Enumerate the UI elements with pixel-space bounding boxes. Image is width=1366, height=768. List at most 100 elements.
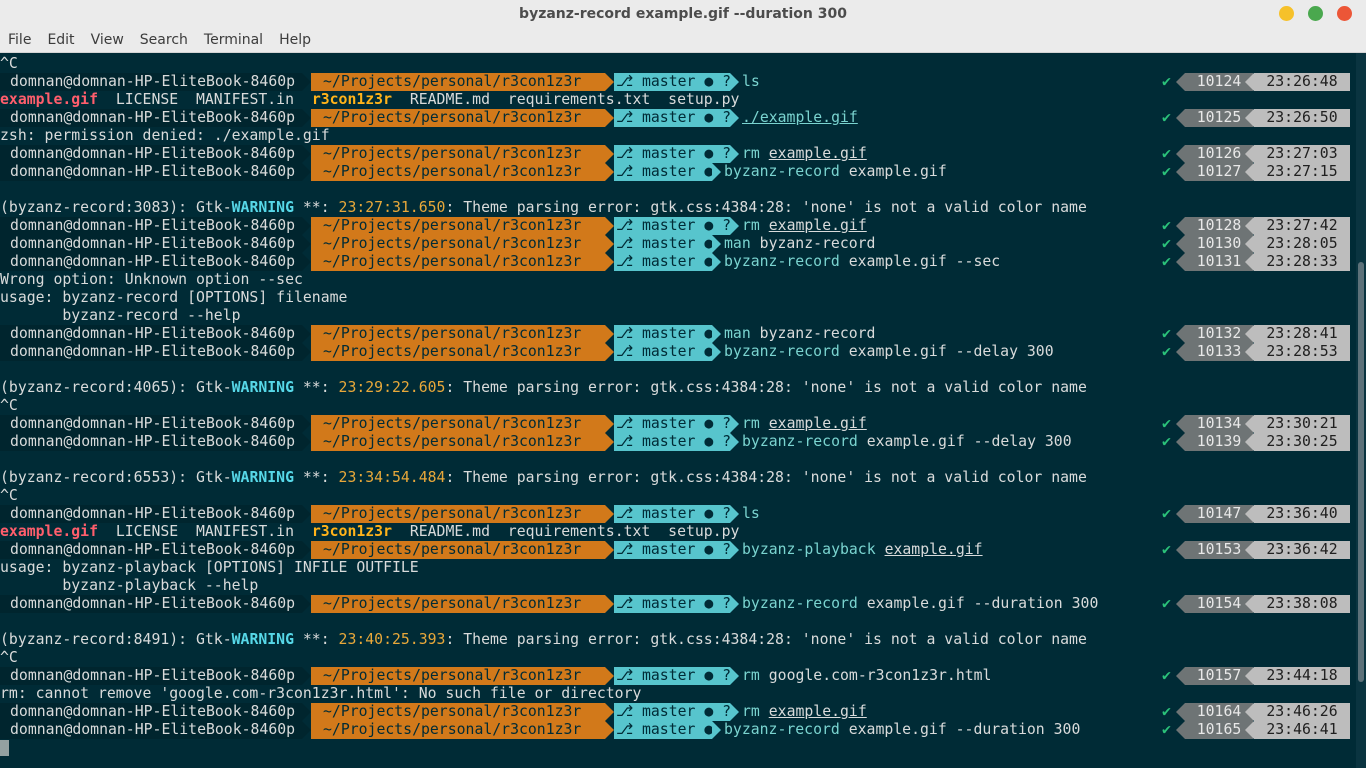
menu-file[interactable]: File (8, 32, 31, 48)
output-text: Wrong option: Unknown option --sec (0, 271, 303, 288)
terminal-output[interactable]: ^C domnan@domnan-HP-EliteBook-8460p ~/Proj… (0, 53, 1355, 768)
prompt-separator-icon (605, 595, 614, 613)
prompt-git-branch: ⎇ master ● ? (614, 217, 731, 235)
branch-name: master (641, 235, 696, 252)
branch-name: master (641, 667, 696, 684)
prompt-separator-icon (302, 667, 311, 685)
prompt-path: ~/Projects/personal/r3con1z3r (311, 325, 605, 343)
prompt-separator-icon (1245, 343, 1254, 361)
output-text: ^C (0, 397, 18, 414)
scrollbar-thumb[interactable] (1358, 262, 1364, 682)
prompt-separator-icon (730, 703, 739, 721)
prompt-line: domnan@domnan-HP-EliteBook-8460p ~/Projec… (0, 433, 1355, 451)
command-time: 23:28:53 (1254, 343, 1350, 361)
output-text: : Theme parsing error: gtk.css:4384:28: … (445, 469, 1087, 486)
status-ok-icon: ✔ (1162, 325, 1171, 342)
prompt-separator-icon (1245, 667, 1254, 685)
history-number: 10147 (1185, 505, 1253, 523)
command-args: example.gif (768, 703, 867, 720)
output-text: example.gif (0, 91, 98, 108)
prompt-separator-icon (1245, 325, 1254, 343)
menu-search[interactable]: Search (140, 32, 188, 48)
maximize-button[interactable] (1308, 6, 1323, 21)
prompt-path: ~/Projects/personal/r3con1z3r (311, 343, 605, 361)
command-time: 23:26:50 (1254, 109, 1350, 127)
command-name: rm (742, 217, 760, 234)
status-ok-icon: ✔ (1162, 343, 1171, 360)
prompt-user: domnan@domnan-HP-EliteBook-8460p (0, 235, 302, 253)
output-text: ^C (0, 55, 18, 72)
minimize-button[interactable] (1279, 6, 1294, 21)
command-text: byzanz-record example.gif --duration 300 (742, 595, 1098, 613)
menu-view[interactable]: View (91, 32, 124, 48)
git-branch-icon: ⎇ (616, 505, 642, 522)
prompt-user: domnan@domnan-HP-EliteBook-8460p (0, 253, 302, 271)
command-time: 23:28:41 (1254, 325, 1350, 343)
menu-edit[interactable]: Edit (47, 32, 74, 48)
output-line: example.gif LICENSE MANIFEST.in r3con1z3… (0, 91, 1355, 109)
prompt-git-branch: ⎇ master ● ? (614, 73, 731, 91)
command-name: rm (742, 703, 760, 720)
warning-label: WARNING (231, 379, 294, 396)
output-line (0, 739, 1355, 757)
menu-help[interactable]: Help (279, 32, 311, 48)
output-text: zsh: permission denied: ./example.gif (0, 127, 330, 144)
prompt-separator-icon (730, 505, 739, 523)
prompt-path: ~/Projects/personal/r3con1z3r (311, 163, 605, 181)
prompt-path: ~/Projects/personal/r3con1z3r (311, 703, 605, 721)
prompt-user: domnan@domnan-HP-EliteBook-8460p (0, 325, 302, 343)
command-text: man byzanz-record (724, 325, 875, 343)
output-text: (byzanz-record:3083): Gtk- (0, 199, 232, 216)
prompt-git-branch: ⎇ master ● (614, 163, 714, 181)
command-args: byzanz-record (759, 325, 876, 342)
prompt-user: domnan@domnan-HP-EliteBook-8460p (0, 667, 302, 685)
prompt-separator-icon (302, 343, 311, 361)
output-text: README.md requirements.txt setup.py (392, 91, 740, 108)
command-args: example.gif --duration 300 (848, 721, 1081, 738)
prompt-separator-icon (605, 73, 614, 91)
command-text: ./example.gif (742, 109, 858, 127)
prompt-user: domnan@domnan-HP-EliteBook-8460p (0, 145, 302, 163)
prompt-separator-icon (1176, 235, 1185, 253)
output-line: usage: byzanz-playback [OPTIONS] INFILE … (0, 559, 1355, 577)
command-text: byzanz-record example.gif --delay 300 (742, 433, 1072, 451)
git-status-icon: ● (695, 343, 714, 360)
prompt-separator-icon (1245, 703, 1254, 721)
close-button[interactable] (1337, 6, 1352, 21)
prompt-user: domnan@domnan-HP-EliteBook-8460p (0, 109, 302, 127)
prompt-line: domnan@domnan-HP-EliteBook-8460p ~/Projec… (0, 703, 1355, 721)
git-status-icon: ● (695, 163, 714, 180)
warning-label: WARNING (231, 469, 294, 486)
prompt-separator-icon (712, 163, 721, 181)
prompt-path: ~/Projects/personal/r3con1z3r (311, 541, 605, 559)
command-name: rm (742, 145, 760, 162)
command-args: example.gif (768, 145, 867, 162)
prompt-separator-icon (605, 145, 614, 163)
status-ok-icon: ✔ (1162, 217, 1171, 234)
output-text: (byzanz-record:6553): Gtk- (0, 469, 232, 486)
prompt-separator-icon (730, 415, 739, 433)
prompt-path: ~/Projects/personal/r3con1z3r (311, 433, 605, 451)
history-number: 10130 (1185, 235, 1253, 253)
prompt-user: domnan@domnan-HP-EliteBook-8460p (0, 703, 302, 721)
prompt-separator-icon (1176, 667, 1185, 685)
prompt-separator-icon (1245, 595, 1254, 613)
history-number: 10124 (1185, 73, 1253, 91)
command-args: example.gif --delay 300 (866, 433, 1072, 450)
prompt-separator-icon (605, 721, 614, 739)
output-line: (byzanz-record:6553): Gtk-WARNING **: 23… (0, 469, 1355, 487)
menu-terminal[interactable]: Terminal (204, 32, 263, 48)
prompt-separator-icon (730, 217, 739, 235)
git-branch-icon: ⎇ (616, 415, 642, 432)
prompt-separator-icon (1245, 433, 1254, 451)
command-time: 23:27:15 (1254, 163, 1350, 181)
git-branch-icon: ⎇ (616, 163, 642, 180)
command-text: byzanz-record example.gif --sec (724, 253, 1000, 271)
prompt-separator-icon (302, 145, 311, 163)
prompt-git-branch: ⎇ master ● ? (614, 433, 731, 451)
command-args: example.gif (768, 415, 867, 432)
prompt-separator-icon (1245, 505, 1254, 523)
history-number: 10126 (1185, 145, 1253, 163)
history-number: 10134 (1185, 415, 1253, 433)
prompt-separator-icon (605, 505, 614, 523)
